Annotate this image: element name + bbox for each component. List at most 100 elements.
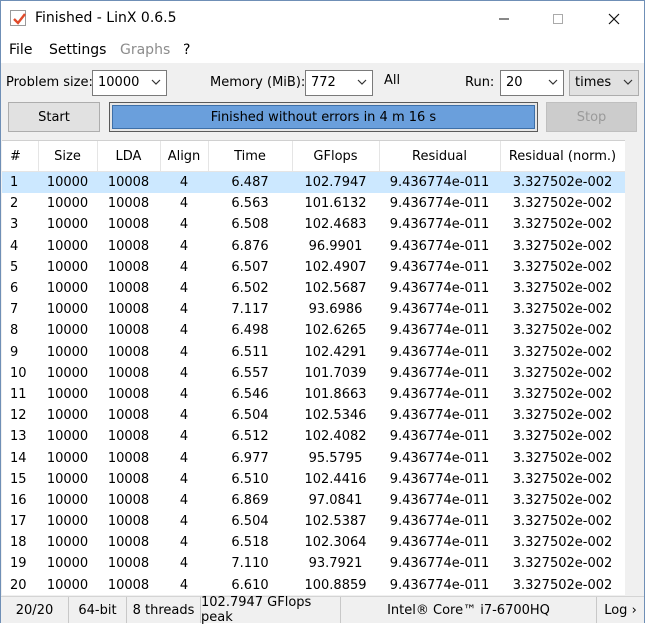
cell-size: 10000 [46, 492, 89, 508]
run-count-value: 20 [506, 75, 523, 90]
cell-index: 13 [10, 429, 27, 445]
cell-residual-norm: 3.327502e-002 [512, 196, 613, 212]
window-title: Finished - LinX 0.6.5 [35, 10, 177, 26]
start-button[interactable]: Start [8, 102, 100, 132]
cell-residual-norm: 3.327502e-002 [512, 281, 613, 297]
cell-size: 10000 [46, 196, 89, 212]
table-body: 1 10000 10008 4 6.487 102.7947 9.436774e-011 3.… [2, 171, 625, 596]
table-row[interactable]: 4 10000 10008 4 6.876 96.9901 9.436774e-011 3.3… [2, 236, 625, 257]
menu-settings[interactable]: Settings [49, 42, 106, 58]
cell-align: 4 [179, 556, 189, 572]
maximize-button[interactable] [535, 1, 581, 37]
column-header-residual-norm[interactable]: Residual (norm.) [500, 141, 625, 172]
cell-size: 10000 [46, 238, 89, 254]
cell-align: 4 [179, 386, 189, 402]
cell-index: 17 [10, 514, 27, 530]
cell-lda: 10008 [107, 259, 150, 275]
table-row[interactable]: 2 10000 10008 4 6.563 101.6132 9.436774e-011 3.… [2, 193, 625, 214]
cell-align: 4 [179, 492, 189, 508]
table-row[interactable]: 9 10000 10008 4 6.511 102.4291 9.436774e-011 3.… [2, 342, 625, 363]
table-row[interactable]: 1 10000 10008 4 6.487 102.7947 9.436774e-011 3.… [2, 171, 625, 194]
cell-residual-norm: 3.327502e-002 [512, 238, 613, 254]
cell-index: 16 [10, 492, 27, 508]
run-unit-value: times [575, 75, 612, 90]
table-row[interactable]: 18 10000 10008 4 6.518 102.3064 9.436774e-011 3… [2, 532, 625, 553]
cell-align: 4 [179, 217, 189, 233]
cell-gflops: 102.3064 [304, 535, 367, 551]
column-header-align[interactable]: Align [160, 141, 209, 172]
cell-align: 4 [179, 429, 189, 445]
cell-lda: 10008 [107, 196, 150, 212]
cell-gflops: 101.6132 [304, 196, 367, 212]
table-row[interactable]: 19 10000 10008 4 7.110 93.7921 9.436774e-011 3.… [2, 553, 625, 574]
cell-lda: 10008 [107, 577, 150, 593]
table-row[interactable]: 14 10000 10008 4 6.977 95.5795 9.436774e-011 3.… [2, 447, 625, 468]
checkmark-app-icon [10, 10, 26, 26]
menu-file[interactable]: File [9, 42, 32, 58]
cell-align: 4 [179, 302, 189, 318]
minimize-button[interactable] [481, 1, 527, 37]
table-row[interactable]: 13 10000 10008 4 6.512 102.4082 9.436774e-011 3… [2, 426, 625, 447]
cell-gflops: 102.7947 [292, 171, 379, 194]
column-header-time[interactable]: Time [208, 141, 293, 172]
table-row[interactable]: 12 10000 10008 4 6.504 102.5346 9.436774e-011 3… [2, 405, 625, 426]
close-button[interactable] [591, 1, 637, 37]
status-arch: 64-bit [69, 597, 127, 623]
cell-align: 4 [179, 471, 189, 487]
cell-index: 1 [2, 171, 38, 194]
column-header-size[interactable]: Size [38, 141, 98, 172]
cell-gflops: 93.6986 [308, 302, 363, 318]
cell-gflops: 102.5387 [304, 514, 367, 530]
cell-lda: 10008 [107, 386, 150, 402]
cell-residual: 9.436774e-011 [389, 323, 490, 339]
table-row[interactable]: 11 10000 10008 4 6.546 101.8663 9.436774e-011 3… [2, 384, 625, 405]
table-row[interactable]: 17 10000 10008 4 6.504 102.5387 9.436774e-011 3… [2, 511, 625, 532]
cell-align: 4 [179, 259, 189, 275]
log-button[interactable]: Log › [597, 597, 644, 623]
memory-combo[interactable]: 772 [305, 70, 373, 96]
cell-residual-norm: 3.327502e-002 [512, 323, 613, 339]
column-header-lda[interactable]: LDA [97, 141, 161, 172]
menu-graphs[interactable]: Graphs [120, 42, 170, 58]
menu-help[interactable]: ? [183, 42, 190, 58]
stop-button[interactable]: Stop [546, 102, 637, 132]
table-row[interactable]: 3 10000 10008 4 6.508 102.4683 9.436774e-011 3.… [2, 214, 625, 235]
table-row[interactable]: 7 10000 10008 4 7.117 93.6986 9.436774e-011 3.3… [2, 299, 625, 320]
cell-align: 4 [179, 344, 189, 360]
cell-lda: 10008 [107, 450, 150, 466]
run-count-combo[interactable]: 20 [500, 70, 564, 96]
table-row[interactable]: 5 10000 10008 4 6.507 102.4907 9.436774e-011 3.… [2, 257, 625, 278]
table-row[interactable]: 15 10000 10008 4 6.510 102.4416 9.436774e-011 3… [2, 469, 625, 490]
column-header-gflops[interactable]: GFlops [292, 141, 380, 172]
table-row[interactable]: 10 10000 10008 4 6.557 101.7039 9.436774e-011 3… [2, 363, 625, 384]
cell-residual-norm: 3.327502e-002 [512, 344, 613, 360]
table-row[interactable]: 8 10000 10008 4 6.498 102.6265 9.436774e-011 3.… [2, 320, 625, 341]
table-row[interactable]: 6 10000 10008 4 6.502 102.5687 9.436774e-011 3.… [2, 278, 625, 299]
cell-index: 8 [10, 323, 19, 339]
cell-size: 10000 [46, 323, 89, 339]
cell-align: 4 [179, 408, 189, 424]
title-bar[interactable]: Finished - LinX 0.6.5 [1, 1, 644, 37]
table-row[interactable]: 20 10000 10008 4 6.610 100.8859 9.436774e-011 3… [2, 575, 625, 595]
cell-residual: 9.436774e-011 [389, 535, 490, 551]
cell-gflops: 95.5795 [308, 450, 363, 466]
cell-residual-norm: 3.327502e-002 [500, 171, 625, 194]
cell-index: 14 [10, 450, 27, 466]
cell-align: 4 [179, 281, 189, 297]
cell-size: 10000 [46, 386, 89, 402]
problem-size-combo[interactable]: 10000 [92, 70, 167, 96]
memory-all-link[interactable]: All [384, 73, 400, 88]
cell-residual-norm: 3.327502e-002 [512, 365, 613, 381]
cell-residual: 9.436774e-011 [389, 471, 490, 487]
cell-size: 10000 [46, 281, 89, 297]
results-table[interactable]: # Size LDA Align Time GFlops Residual Re… [2, 140, 625, 595]
column-header-residual[interactable]: Residual [379, 141, 501, 172]
run-unit-combo[interactable]: times [569, 70, 639, 96]
cell-time: 6.504 [231, 408, 269, 424]
cell-lda: 10008 [107, 281, 150, 297]
cell-index: 4 [10, 238, 19, 254]
cell-time: 6.508 [231, 217, 269, 233]
cell-size: 10000 [46, 302, 89, 318]
table-row[interactable]: 16 10000 10008 4 6.869 97.0841 9.436774e-011 3.… [2, 490, 625, 511]
column-header-index[interactable]: # [2, 141, 39, 172]
